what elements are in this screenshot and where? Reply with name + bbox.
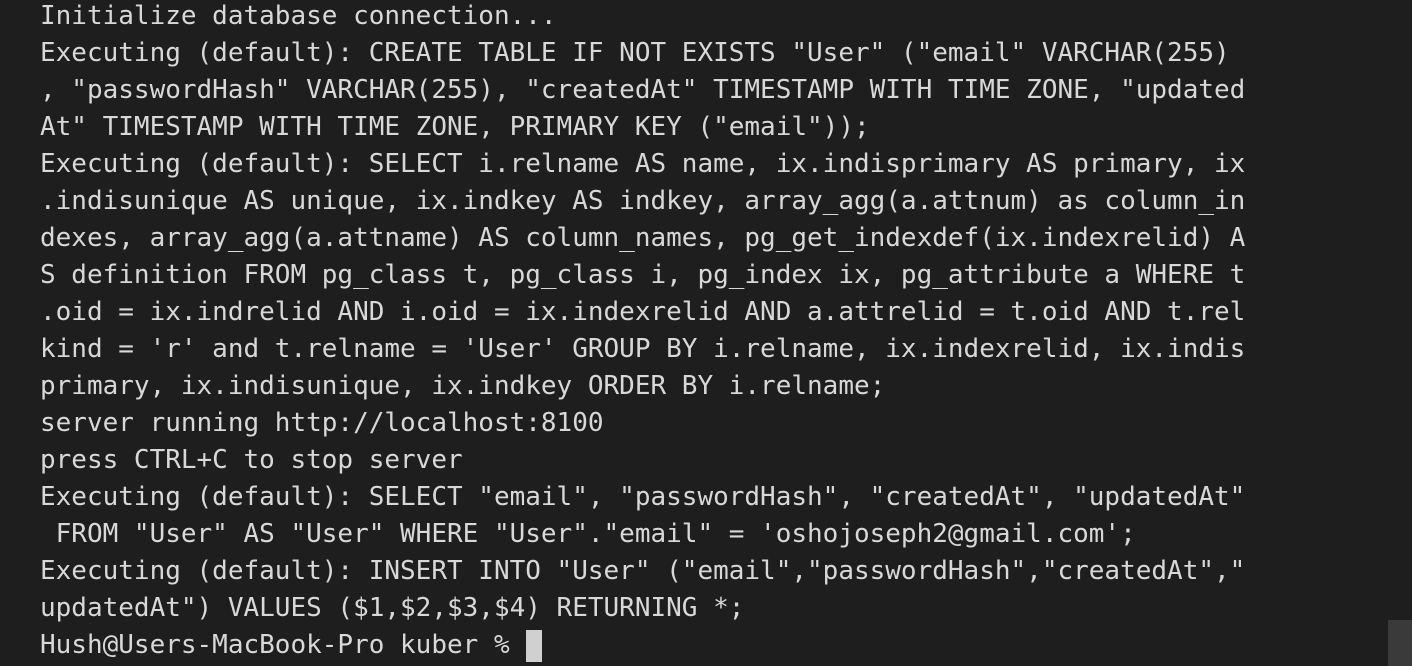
output-line: press CTRL+C to stop server bbox=[40, 445, 463, 475]
terminal-output: Initialize database connection... Execut… bbox=[40, 0, 1380, 664]
terminal-window[interactable]: Initialize database connection... Execut… bbox=[0, 0, 1412, 666]
output-line: Executing (default): SELECT "email", "pa… bbox=[40, 482, 1246, 512]
output-line: .indisunique AS unique, ix.indkey AS ind… bbox=[40, 186, 1246, 216]
shell-prompt: Hush@Users-MacBook-Pro kuber % bbox=[40, 630, 510, 660]
output-line: dexes, array_agg(a.attname) AS column_na… bbox=[40, 223, 1246, 253]
output-line: server running http://localhost:8100 bbox=[40, 408, 604, 438]
output-line: Executing (default): INSERT INTO "User" … bbox=[40, 556, 1246, 586]
output-line: updatedAt") VALUES ($1,$2,$3,$4) RETURNI… bbox=[40, 593, 745, 623]
output-line: Executing (default): SELECT i.relname AS… bbox=[40, 149, 1246, 179]
output-line: S definition FROM pg_class t, pg_class i… bbox=[40, 260, 1246, 290]
output-line: Executing (default): CREATE TABLE IF NOT… bbox=[40, 38, 1230, 68]
output-line: .oid = ix.indrelid AND i.oid = ix.indexr… bbox=[40, 297, 1246, 327]
shell-prompt-line[interactable]: Hush@Users-MacBook-Pro kuber % bbox=[40, 627, 1380, 664]
output-line: primary, ix.indisunique, ix.indkey ORDER… bbox=[40, 371, 886, 401]
output-line: Initialize database connection... bbox=[40, 1, 557, 31]
text-cursor bbox=[525, 629, 542, 662]
output-line: , "passwordHash" VARCHAR(255), "createdA… bbox=[40, 75, 1246, 105]
output-line: At" TIMESTAMP WITH TIME ZONE, PRIMARY KE… bbox=[40, 112, 870, 142]
output-line: kind = 'r' and t.relname = 'User' GROUP … bbox=[40, 334, 1246, 364]
scrollbar-thumb[interactable] bbox=[1388, 620, 1412, 666]
output-line: FROM "User" AS "User" WHERE "User"."emai… bbox=[40, 519, 1136, 549]
